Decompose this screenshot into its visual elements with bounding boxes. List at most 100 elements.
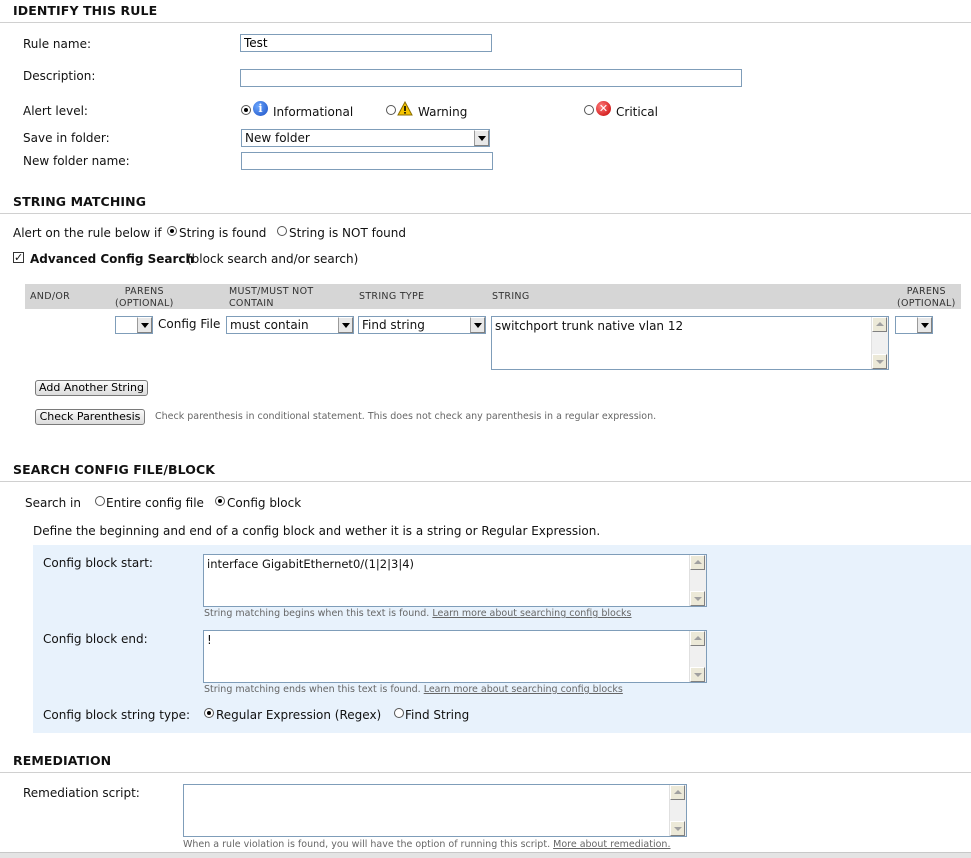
learn-more-link[interactable]: Learn more about searching config blocks — [432, 608, 631, 619]
scrollbar[interactable] — [689, 631, 706, 682]
chevron-down-icon[interactable] — [474, 130, 489, 146]
alert-informational-radio[interactable] — [241, 105, 251, 115]
config-block-label: Config block — [227, 496, 302, 510]
header-parens-open-line2: (OPTIONAL) — [115, 298, 174, 309]
alert-warning-label: Warning — [418, 105, 468, 119]
alert-informational-label: Informational — [273, 105, 354, 119]
must-contain-select[interactable]: must contain — [226, 316, 354, 334]
save-folder-value: New folder — [245, 131, 310, 145]
scrollbar[interactable] — [669, 785, 686, 836]
rule-name-input[interactable] — [240, 34, 492, 52]
section-title-identify: IDENTIFY THIS RULE — [13, 3, 158, 18]
header-must-line1: MUST/MUST NOT — [229, 286, 314, 297]
description-input[interactable] — [240, 69, 742, 87]
learn-more-link[interactable]: Learn more about searching config blocks — [424, 684, 623, 695]
header-parens-close-line1: PARENS — [906, 286, 946, 297]
header-parens-open-line1: PARENS — [124, 286, 164, 297]
must-contain-value: must contain — [230, 318, 309, 332]
string-type-value: Find string — [362, 318, 425, 332]
save-folder-select[interactable]: New folder — [241, 129, 490, 147]
save-folder-label: Save in folder: — [23, 131, 110, 145]
description-label: Description: — [23, 69, 96, 83]
string-textarea[interactable]: switchport trunk native vlan 12 — [491, 316, 889, 370]
string-not-found-label: String is NOT found — [289, 226, 406, 240]
scroll-up-icon[interactable] — [690, 631, 705, 646]
header-string-type: STRING TYPE — [359, 291, 425, 302]
string-not-found-radio[interactable] — [277, 226, 287, 236]
add-another-string-button[interactable]: Add Another String — [35, 380, 148, 396]
scrollbar[interactable] — [871, 317, 888, 369]
block-start-textarea[interactable]: interface GigabitEthernet0/(1|2|3|4) — [203, 554, 707, 607]
block-start-help-text: String matching begins when this text is… — [204, 608, 430, 619]
section-divider — [0, 481, 971, 482]
scroll-down-icon[interactable] — [670, 821, 685, 836]
regex-label: Regular Expression (Regex) — [216, 708, 382, 722]
alert-critical-label: Critical — [616, 105, 658, 119]
scrollbar[interactable] — [689, 555, 706, 606]
entire-config-radio[interactable] — [95, 496, 105, 506]
header-must: MUST/MUST NOT CONTAIN — [229, 286, 313, 310]
string-found-label: String is found — [179, 226, 267, 240]
chevron-down-icon[interactable] — [338, 317, 353, 333]
rule-name-label: Rule name: — [23, 37, 92, 51]
scroll-down-icon[interactable] — [690, 591, 705, 606]
section-divider — [0, 22, 971, 23]
warning-icon — [397, 101, 413, 116]
header-must-line2: CONTAIN — [229, 298, 274, 309]
header-andor: AND/OR — [30, 291, 70, 302]
header-string: STRING — [492, 291, 530, 302]
parens-open-select[interactable] — [115, 316, 153, 334]
block-end-textarea[interactable]: ! — [203, 630, 707, 683]
chevron-down-icon[interactable] — [917, 317, 932, 333]
define-block-text: Define the beginning and end of a config… — [33, 524, 601, 538]
config-block-radio[interactable] — [215, 496, 225, 506]
block-end-label: Config block end: — [43, 632, 148, 646]
find-string-label: Find String — [405, 708, 470, 722]
string-type-select[interactable]: Find string — [358, 316, 486, 334]
more-about-remediation-link[interactable]: More about remediation. — [553, 839, 670, 850]
header-parens-open: PARENS (OPTIONAL) — [115, 286, 174, 310]
advanced-search-label: Advanced Config Search — [30, 252, 195, 266]
alert-warning-radio[interactable] — [386, 105, 396, 115]
advanced-search-checkbox[interactable]: ✓ — [13, 252, 24, 263]
block-start-value: interface GigabitEthernet0/(1|2|3|4) — [207, 557, 414, 571]
new-folder-input[interactable] — [241, 152, 493, 170]
chevron-down-icon[interactable] — [470, 317, 485, 333]
search-in-label: Search in — [25, 496, 81, 510]
scroll-down-icon[interactable] — [872, 354, 887, 369]
scroll-up-icon[interactable] — [872, 317, 887, 332]
chevron-down-icon[interactable] — [137, 317, 152, 333]
alert-level-label: Alert level: — [23, 104, 88, 118]
scope-label: Config File — [158, 317, 221, 331]
section-divider — [0, 213, 971, 214]
alert-critical-radio[interactable] — [584, 105, 594, 115]
check-parenthesis-help: Check parenthesis in conditional stateme… — [155, 411, 657, 422]
section-title-string-matching: STRING MATCHING — [13, 194, 147, 209]
block-end-help-text: String matching ends when this text is f… — [204, 684, 421, 695]
find-string-radio[interactable] — [394, 708, 404, 718]
check-parenthesis-button[interactable]: Check Parenthesis — [35, 409, 145, 425]
regex-radio[interactable] — [204, 708, 214, 718]
critical-icon: ✕ — [596, 101, 611, 116]
header-parens-close-line2: (OPTIONAL) — [897, 298, 956, 309]
parens-close-select[interactable] — [895, 316, 933, 334]
string-found-radio[interactable] — [167, 226, 177, 236]
block-start-help: String matching begins when this text is… — [204, 608, 632, 619]
section-title-search-config: SEARCH CONFIG FILE/BLOCK — [13, 462, 216, 477]
new-folder-label: New folder name: — [23, 154, 130, 168]
scroll-up-icon[interactable] — [690, 555, 705, 570]
scroll-down-icon[interactable] — [690, 667, 705, 682]
block-end-value: ! — [207, 633, 212, 647]
remediation-help: When a rule violation is found, you will… — [183, 839, 670, 850]
block-type-label: Config block string type: — [43, 708, 191, 722]
scroll-up-icon[interactable] — [670, 785, 685, 800]
section-title-remediation: REMEDIATION — [13, 753, 112, 768]
remediation-script-label: Remediation script: — [23, 786, 140, 800]
entire-config-label: Entire config file — [106, 496, 204, 510]
bottom-edge — [0, 852, 971, 858]
remediation-script-textarea[interactable] — [183, 784, 687, 837]
string-value: switchport trunk native vlan 12 — [495, 319, 684, 333]
info-icon: i — [253, 101, 268, 116]
section-divider — [0, 772, 971, 773]
advanced-search-sublabel: (block search and/or search) — [187, 252, 359, 266]
